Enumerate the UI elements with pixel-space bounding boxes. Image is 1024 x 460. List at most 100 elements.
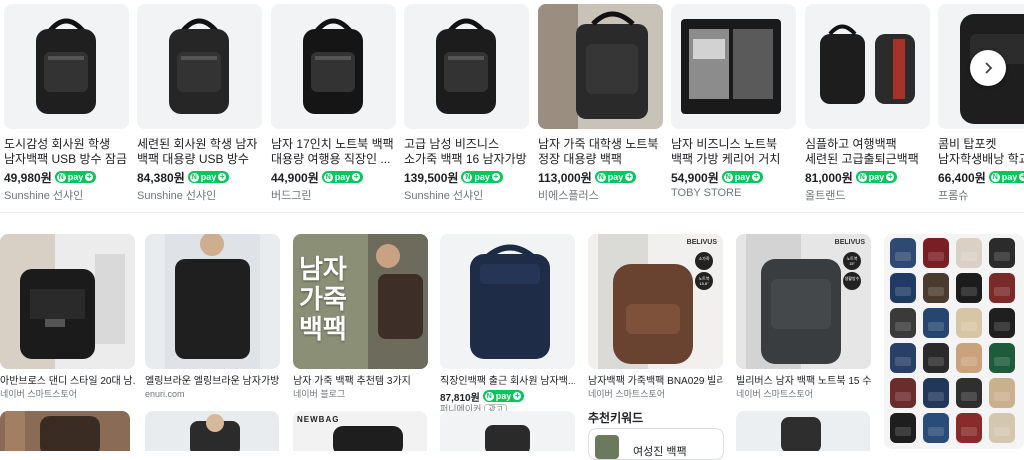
carousel-next-button[interactable] bbox=[970, 50, 1006, 86]
naver-n-icon: N bbox=[484, 391, 494, 401]
product-image[interactable] bbox=[404, 4, 529, 129]
plus-icon: + bbox=[752, 172, 761, 181]
section-divider bbox=[0, 212, 1024, 213]
npay-badge: N pay + bbox=[855, 171, 898, 183]
plus-icon: + bbox=[1019, 173, 1024, 181]
product-carousel: 도시감성 회사원 학생 남자백팩 USB 방수 잠금 1... 49,980원 … bbox=[0, 0, 1024, 205]
chevron-right-icon bbox=[985, 62, 993, 74]
naver-n-icon: N bbox=[56, 172, 66, 182]
product-image[interactable] bbox=[671, 4, 796, 129]
result-image[interactable]: BELIVUS 노트북 15" 생활방수 bbox=[736, 234, 871, 369]
bottom-image-3[interactable]: NEWBAG bbox=[293, 411, 427, 451]
product-store[interactable]: Sunshine 선샤인 bbox=[404, 187, 529, 203]
pay-label: pay bbox=[474, 172, 490, 182]
feature-tag: 생활방수 bbox=[843, 272, 861, 290]
product-price: 113,000원 bbox=[538, 170, 592, 185]
product-store[interactable]: 버드그린 bbox=[271, 187, 396, 203]
feature-tag: 노트북 15" bbox=[843, 252, 861, 270]
image-result-card[interactable]: 남자 가죽 백팩 남자 가죽 백팩 추천템 3가지 네이버 블로그 bbox=[293, 234, 428, 400]
backpack-collage-image[interactable] bbox=[884, 234, 1024, 449]
product-title[interactable]: 심플하고 여행백팩 세련된 고급출퇴근백팩 남자직... bbox=[805, 137, 930, 167]
product-store[interactable]: Sunshine 선샤인 bbox=[137, 187, 262, 203]
result-source[interactable]: 네이버 블로그 bbox=[293, 389, 345, 399]
naver-n-icon: N bbox=[189, 172, 199, 182]
keyword-thumbnail bbox=[595, 435, 619, 459]
feature-tag: 노트북 15.6" bbox=[695, 272, 713, 290]
product-price: 139,500원 bbox=[404, 170, 459, 185]
bottom-image-1[interactable] bbox=[0, 411, 130, 451]
product-image[interactable] bbox=[137, 4, 262, 129]
image-result-card[interactable]: 아반브로스 댄디 스타일 20대 남... 네이버 스마트스토어 bbox=[0, 234, 135, 400]
result-title[interactable]: 빌리버스 남자 백팩 노트북 15 수... bbox=[736, 375, 871, 388]
npay-badge: N pay + bbox=[461, 171, 503, 183]
keyword-chip[interactable]: 여성진 백팩 bbox=[588, 428, 724, 460]
result-image[interactable] bbox=[145, 234, 280, 369]
result-price: 87,810원 bbox=[440, 392, 480, 404]
result-source[interactable]: 네이버 스마트스토어 bbox=[736, 389, 813, 399]
plus-icon: + bbox=[352, 172, 361, 181]
product-image[interactable] bbox=[805, 4, 930, 129]
product-store[interactable]: 비에스플러스 bbox=[538, 187, 663, 203]
result-title[interactable]: 직장인백팩 출근 회사원 남자백... bbox=[440, 375, 575, 388]
product-image[interactable] bbox=[271, 4, 396, 129]
naver-n-icon: N bbox=[990, 172, 1000, 182]
product-price: 49,980원 bbox=[4, 170, 52, 185]
plus-icon: + bbox=[218, 172, 227, 181]
pay-label: pay bbox=[607, 172, 624, 182]
result-source[interactable]: enuri.com bbox=[145, 389, 185, 399]
brand-watermark: BELIVUS bbox=[686, 239, 717, 246]
result-image[interactable] bbox=[440, 234, 575, 369]
result-title[interactable]: 아반브로스 댄디 스타일 20대 남... bbox=[0, 375, 135, 388]
naver-n-icon: N bbox=[857, 172, 867, 182]
product-card[interactable]: 도시감성 회사원 학생 남자백팩 USB 방수 잠금 1... 49,980원 … bbox=[4, 4, 129, 203]
result-image[interactable]: BELIVUS 소가죽노트북 15.6" bbox=[588, 234, 723, 369]
product-image[interactable] bbox=[538, 4, 663, 129]
naver-n-icon: N bbox=[323, 172, 333, 182]
image-result-card[interactable]: 엘링브라운 엘링브라운 남자가방... enuri.com bbox=[145, 234, 280, 400]
image-result-card[interactable]: 직장인백팩 출근 회사원 남자백... 87,810원 N pay + 퍼니메이… bbox=[440, 234, 575, 416]
product-card[interactable]: 남자 가죽 대학생 노트북 정장 대용량 백팩 113,000원 N pay +… bbox=[538, 4, 663, 203]
plus-icon: + bbox=[85, 172, 94, 181]
bottom-image-5[interactable] bbox=[736, 411, 870, 451]
feature-tag: 소가죽 bbox=[695, 252, 713, 270]
product-store[interactable]: 프롬슈 bbox=[938, 187, 1024, 203]
product-title[interactable]: 도시감성 회사원 학생 남자백팩 USB 방수 잠금 1... bbox=[4, 137, 129, 167]
result-source[interactable]: 네이버 스마트스토어 bbox=[0, 389, 77, 399]
result-image[interactable] bbox=[0, 234, 135, 369]
bottom-image-2[interactable] bbox=[145, 411, 279, 451]
product-store[interactable]: 올트랜드 bbox=[805, 187, 930, 203]
product-title[interactable]: 남자 비즈니스 노트북 백팩 가방 케리어 거치 32x... bbox=[671, 137, 796, 167]
product-image[interactable] bbox=[4, 4, 129, 129]
product-title[interactable]: 남자 17인치 노트북 백팩 대용량 여행용 직장인 ... bbox=[271, 137, 396, 167]
product-title[interactable]: 콤비 탑포켓 남자학생배낭 학교백팩 bbox=[938, 137, 1024, 167]
keyword-label: 여성진 백팩 bbox=[633, 446, 687, 458]
product-card[interactable]: 콤비 탑포켓 남자학생배낭 학교백팩 66,400원 N pay + 프롬슈 bbox=[938, 4, 1024, 203]
product-card[interactable]: 남자 비즈니스 노트북 백팩 가방 케리어 거치 32x... 54,900원 … bbox=[671, 4, 796, 200]
result-image[interactable]: 남자 가죽 백팩 bbox=[293, 234, 428, 369]
bottom-image-4[interactable] bbox=[440, 411, 575, 451]
naver-n-icon: N bbox=[463, 172, 473, 182]
image-result-card[interactable]: BELIVUS 노트북 15" 생활방수 빌리버스 남자 백팩 노트북 15 수..… bbox=[736, 234, 871, 400]
result-title[interactable]: 남자백팩 가죽백팩 BNA029 빌리... bbox=[588, 375, 723, 388]
product-price: 66,400원 bbox=[938, 170, 986, 185]
brand-watermark: BELIVUS bbox=[834, 239, 865, 246]
product-title[interactable]: 세련된 회사원 학생 남자 백팩 대용량 USB 방수 1... bbox=[137, 137, 262, 167]
product-card[interactable]: 남자 17인치 노트북 백팩 대용량 여행용 직장인 ... 44,900원 N… bbox=[271, 4, 396, 203]
product-card[interactable]: 심플하고 여행백팩 세련된 고급출퇴근백팩 남자직... 81,000원 N p… bbox=[805, 4, 930, 203]
result-title[interactable]: 남자 가죽 백팩 추천템 3가지 bbox=[293, 375, 428, 388]
naver-n-icon: N bbox=[596, 172, 606, 182]
product-title[interactable]: 고급 남성 비즈니스 소가죽 백팩 16 남자가방 SS... bbox=[404, 137, 529, 167]
product-title[interactable]: 남자 가죽 대학생 노트북 정장 대용량 백팩 bbox=[538, 137, 663, 167]
product-store[interactable]: Sunshine 선샤인 bbox=[4, 187, 129, 203]
npay-badge: N pay + bbox=[482, 390, 525, 402]
product-price: 54,900원 bbox=[671, 170, 719, 185]
recommended-keywords-title: 추천키워드 bbox=[588, 411, 644, 425]
result-source[interactable]: 네이버 스마트스토어 bbox=[588, 389, 665, 399]
result-title[interactable]: 엘링브라운 엘링브라운 남자가방... bbox=[145, 375, 280, 388]
product-card[interactable]: 고급 남성 비즈니스 소가죽 백팩 16 남자가방 SS... 139,500원… bbox=[404, 4, 529, 203]
npay-badge: N pay + bbox=[594, 171, 637, 183]
product-store[interactable]: TOBY STORE bbox=[671, 187, 796, 199]
plus-icon: + bbox=[491, 172, 500, 181]
product-card[interactable]: 세련된 회사원 학생 남자 백팩 대용량 USB 방수 1... 84,380원… bbox=[137, 4, 262, 203]
image-result-card[interactable]: BELIVUS 소가죽노트북 15.6" 남자백팩 가죽백팩 BNA029 빌리.… bbox=[588, 234, 723, 400]
